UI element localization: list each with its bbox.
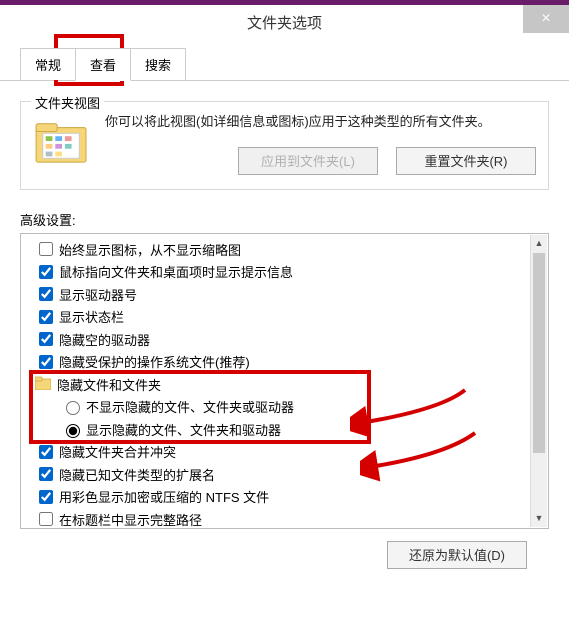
setting-label: 始终显示图标，从不显示缩略图: [59, 240, 241, 259]
apply-to-folders-button[interactable]: 应用到文件夹(L): [238, 147, 378, 175]
window-title: 文件夹选项: [247, 12, 322, 33]
setting-row-2[interactable]: 显示驱动器号: [27, 283, 542, 306]
setting-row-4[interactable]: 隐藏空的驱动器: [27, 328, 542, 351]
setting-row-1[interactable]: 鼠标指向文件夹和桌面项时显示提示信息: [27, 260, 542, 283]
tab-view[interactable]: 查看: [75, 48, 131, 81]
tabs: 常规 查看 搜索: [0, 48, 569, 81]
checkbox[interactable]: [39, 265, 53, 279]
scroll-up-icon[interactable]: ▲: [531, 235, 547, 252]
setting-label: 隐藏文件夹合并冲突: [59, 442, 176, 461]
radio[interactable]: [66, 401, 80, 415]
folder-icon: [33, 118, 91, 166]
setting-label: 用彩色显示加密或压缩的 NTFS 文件: [59, 487, 269, 506]
folder-icon: [35, 376, 57, 393]
scrollbar[interactable]: ▲ ▼: [530, 235, 547, 527]
close-button[interactable]: ×: [523, 5, 569, 33]
setting-row-7[interactable]: 不显示隐藏的文件、文件夹或驱动器: [27, 395, 542, 418]
setting-label: 在标题栏中显示完整路径: [59, 510, 202, 529]
checkbox[interactable]: [39, 445, 53, 459]
setting-label: 不显示隐藏的文件、文件夹或驱动器: [86, 397, 294, 416]
setting-row-10[interactable]: 隐藏已知文件类型的扩展名: [27, 463, 542, 486]
checkbox[interactable]: [39, 287, 53, 301]
scroll-down-icon[interactable]: ▼: [531, 510, 547, 527]
setting-label: 隐藏受保护的操作系统文件(推荐): [59, 352, 250, 371]
checkbox[interactable]: [39, 490, 53, 504]
title-bar: 文件夹选项 ×: [0, 0, 569, 40]
setting-label: 隐藏空的驱动器: [59, 330, 150, 349]
setting-row-9[interactable]: 隐藏文件夹合并冲突: [27, 440, 542, 463]
scroll-thumb[interactable]: [533, 253, 545, 453]
checkbox[interactable]: [39, 512, 53, 526]
setting-row-12[interactable]: 在标题栏中显示完整路径: [27, 508, 542, 529]
checkbox[interactable]: [39, 467, 53, 481]
footer: 还原为默认值(D): [20, 529, 549, 569]
checkbox[interactable]: [39, 355, 53, 369]
setting-label: 显示驱动器号: [59, 285, 137, 304]
checkbox[interactable]: [39, 332, 53, 346]
setting-row-8[interactable]: 显示隐藏的文件、文件夹和驱动器: [27, 418, 542, 441]
checkbox[interactable]: [39, 242, 53, 256]
group-title: 文件夹视图: [31, 93, 104, 112]
close-icon: ×: [541, 10, 550, 28]
setting-label: 鼠标指向文件夹和桌面项时显示提示信息: [59, 262, 293, 281]
restore-defaults-button[interactable]: 还原为默认值(D): [387, 541, 527, 569]
setting-row-6[interactable]: 隐藏文件和文件夹: [27, 373, 542, 396]
setting-label: 显示隐藏的文件、文件夹和驱动器: [86, 420, 281, 439]
folder-view-description: 你可以将此视图(如详细信息或图标)应用于这种类型的所有文件夹。: [105, 112, 536, 133]
advanced-settings-label: 高级设置:: [20, 210, 549, 229]
reset-folders-button[interactable]: 重置文件夹(R): [396, 147, 536, 175]
tab-general[interactable]: 常规: [20, 48, 76, 80]
advanced-settings-list[interactable]: 始终显示图标，从不显示缩略图鼠标指向文件夹和桌面项时显示提示信息显示驱动器号显示…: [20, 233, 549, 529]
tab-search[interactable]: 搜索: [130, 48, 186, 80]
radio[interactable]: [66, 424, 80, 438]
setting-label: 显示状态栏: [59, 307, 124, 326]
content-area: 文件夹视图 你可以将此视图(如详细信息或图标)应用于这种类型的所有文件夹。 应用…: [0, 81, 569, 581]
setting-label: 隐藏已知文件类型的扩展名: [59, 465, 215, 484]
setting-label: 隐藏文件和文件夹: [57, 375, 161, 394]
folder-view-group: 文件夹视图 你可以将此视图(如详细信息或图标)应用于这种类型的所有文件夹。 应用…: [20, 101, 549, 190]
checkbox[interactable]: [39, 310, 53, 324]
setting-row-0[interactable]: 始终显示图标，从不显示缩略图: [27, 238, 542, 261]
setting-row-5[interactable]: 隐藏受保护的操作系统文件(推荐): [27, 350, 542, 373]
setting-row-3[interactable]: 显示状态栏: [27, 305, 542, 328]
setting-row-11[interactable]: 用彩色显示加密或压缩的 NTFS 文件: [27, 485, 542, 508]
